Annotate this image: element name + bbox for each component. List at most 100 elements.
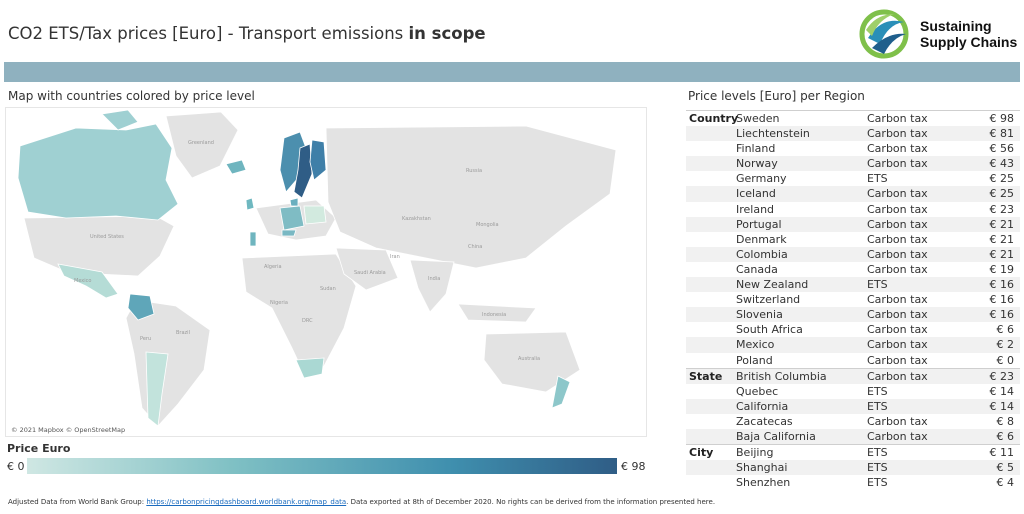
logo-swirl-icon	[859, 9, 909, 59]
map-place-label: Peru	[140, 336, 151, 342]
price-cell: € 6	[996, 323, 1015, 337]
map-place-label: Mongolia	[476, 222, 499, 228]
table-row[interactable]: Baja California Carbon tax € 6	[686, 428, 1020, 445]
price-cell: € 98	[989, 112, 1015, 125]
footer-note: Adjusted Data from World Bank Group: htt…	[8, 498, 715, 506]
region-cell: Colombia	[736, 247, 788, 261]
map-canada	[17, 123, 179, 221]
table-row[interactable]: Canada Carbon tax € 19	[686, 262, 1020, 277]
table-row[interactable]: Quebec ETS € 14	[686, 384, 1020, 399]
map-iceland	[225, 159, 247, 175]
type-cell: Carbon tax	[867, 338, 928, 352]
price-cell: € 2	[996, 338, 1015, 352]
table-row[interactable]: Slovenia Carbon tax € 16	[686, 307, 1020, 323]
table-row[interactable]: South Africa Carbon tax € 6	[686, 322, 1020, 337]
map-place-label: China	[468, 244, 482, 250]
price-cell: € 25	[989, 172, 1015, 186]
table-row[interactable]: Ireland Carbon tax € 23	[686, 202, 1020, 217]
price-cell: € 56	[989, 142, 1015, 156]
table-row[interactable]: Colombia Carbon tax € 21	[686, 246, 1020, 262]
type-cell: Carbon tax	[867, 323, 928, 337]
world-map[interactable]: Greenland United States Mexico Brazil Pe…	[5, 107, 647, 437]
group-label: State	[689, 369, 723, 383]
map-portugal	[249, 231, 257, 247]
region-cell: Poland	[736, 353, 773, 367]
group-label: Country	[689, 112, 739, 125]
region-cell: Ireland	[736, 202, 775, 216]
map-poland	[303, 205, 327, 225]
table-row[interactable]: Portugal Carbon tax € 21	[686, 216, 1020, 232]
map-credit[interactable]: © 2021 Mapbox © OpenStreetMap	[11, 426, 125, 434]
table-row[interactable]: Mexico Carbon tax € 2	[686, 337, 1020, 353]
price-cell: € 19	[989, 262, 1015, 276]
type-cell: ETS	[867, 172, 888, 186]
map-denmark	[289, 197, 299, 207]
table-row[interactable]: Shanghai ETS € 5	[686, 460, 1020, 476]
world-map-svg[interactable]: Greenland United States Mexico Brazil Pe…	[6, 108, 646, 436]
map-canada-islands	[101, 109, 139, 131]
price-cell: € 81	[989, 127, 1015, 141]
price-cell: € 21	[989, 217, 1015, 231]
region-cell: Sweden	[736, 112, 780, 125]
type-cell: Carbon tax	[867, 187, 928, 201]
map-germany	[279, 205, 305, 231]
region-cell: Shanghai	[736, 461, 788, 475]
table-row[interactable]: Poland Carbon tax € 0	[686, 353, 1020, 368]
type-cell: Carbon tax	[867, 353, 928, 367]
map-south-africa	[295, 357, 325, 379]
map-place-label: Mexico	[74, 278, 91, 284]
legend-min: € 0	[7, 460, 25, 473]
table-row[interactable]: Switzerland Carbon tax € 16	[686, 292, 1020, 307]
map-place-label: India	[428, 276, 440, 282]
table-row[interactable]: Shenzhen ETS € 4	[686, 475, 1020, 490]
type-cell: Carbon tax	[867, 308, 928, 322]
map-place-label: Iran	[390, 254, 400, 260]
price-cell: € 21	[989, 232, 1015, 246]
type-cell: ETS	[867, 476, 888, 490]
type-cell: Carbon tax	[867, 112, 928, 125]
type-cell: Carbon tax	[867, 369, 928, 383]
price-cell: € 14	[989, 384, 1015, 398]
map-place-label: DRC	[302, 318, 313, 324]
footer-link[interactable]: https://carbonpricingdashboard.worldbank…	[146, 498, 346, 506]
table-row[interactable]: State British Columbia Carbon tax € 23	[686, 367, 1020, 384]
region-cell: Canada	[736, 262, 778, 276]
map-place-label: Indonesia	[482, 312, 506, 318]
table-row[interactable]: New Zealand ETS € 16	[686, 277, 1020, 293]
type-cell: ETS	[867, 461, 888, 475]
legend-max: € 98	[621, 460, 646, 473]
table-row[interactable]: City Beijing ETS € 11	[686, 444, 1020, 460]
price-cell: € 23	[989, 369, 1015, 383]
region-cell: Germany	[736, 172, 787, 186]
region-cell: Iceland	[736, 187, 776, 201]
map-india	[409, 259, 455, 313]
type-cell: Carbon tax	[867, 293, 928, 307]
price-table: Country Sweden Carbon tax € 98 Liechtenstein…	[686, 110, 1020, 490]
price-cell: € 4	[996, 476, 1015, 490]
table-row[interactable]: Norway Carbon tax € 43	[686, 156, 1020, 172]
price-cell: € 16	[989, 278, 1015, 292]
map-place-label: United States	[90, 234, 124, 240]
region-cell: Mexico	[736, 338, 775, 352]
region-cell: California	[736, 399, 789, 413]
table-row[interactable]: Finland Carbon tax € 56	[686, 141, 1020, 156]
table-row[interactable]: California ETS € 14	[686, 398, 1020, 414]
title-bold: in scope	[408, 24, 486, 43]
price-cell: € 14	[989, 399, 1015, 413]
type-cell: Carbon tax	[867, 217, 928, 231]
map-usa	[23, 215, 175, 277]
map-label: Map with countries colored by price leve…	[8, 89, 255, 103]
table-row[interactable]: Zacatecas Carbon tax € 8	[686, 414, 1020, 429]
table-row[interactable]: Liechtenstein Carbon tax € 81	[686, 126, 1020, 142]
map-finland	[309, 139, 327, 181]
region-cell: Shenzhen	[736, 476, 791, 490]
map-switzerland	[281, 229, 297, 237]
title-plain: CO2 ETS/Tax prices [Euro] - Transport em…	[8, 24, 409, 43]
price-cell: € 16	[989, 308, 1015, 322]
table-row[interactable]: Denmark Carbon tax € 21	[686, 232, 1020, 247]
table-row[interactable]: Germany ETS € 25	[686, 171, 1020, 186]
table-row[interactable]: Country Sweden Carbon tax € 98	[686, 110, 1020, 126]
table-row[interactable]: Iceland Carbon tax € 25	[686, 186, 1020, 202]
map-place-label: Saudi Arabia	[354, 270, 386, 276]
type-cell: Carbon tax	[867, 247, 928, 261]
